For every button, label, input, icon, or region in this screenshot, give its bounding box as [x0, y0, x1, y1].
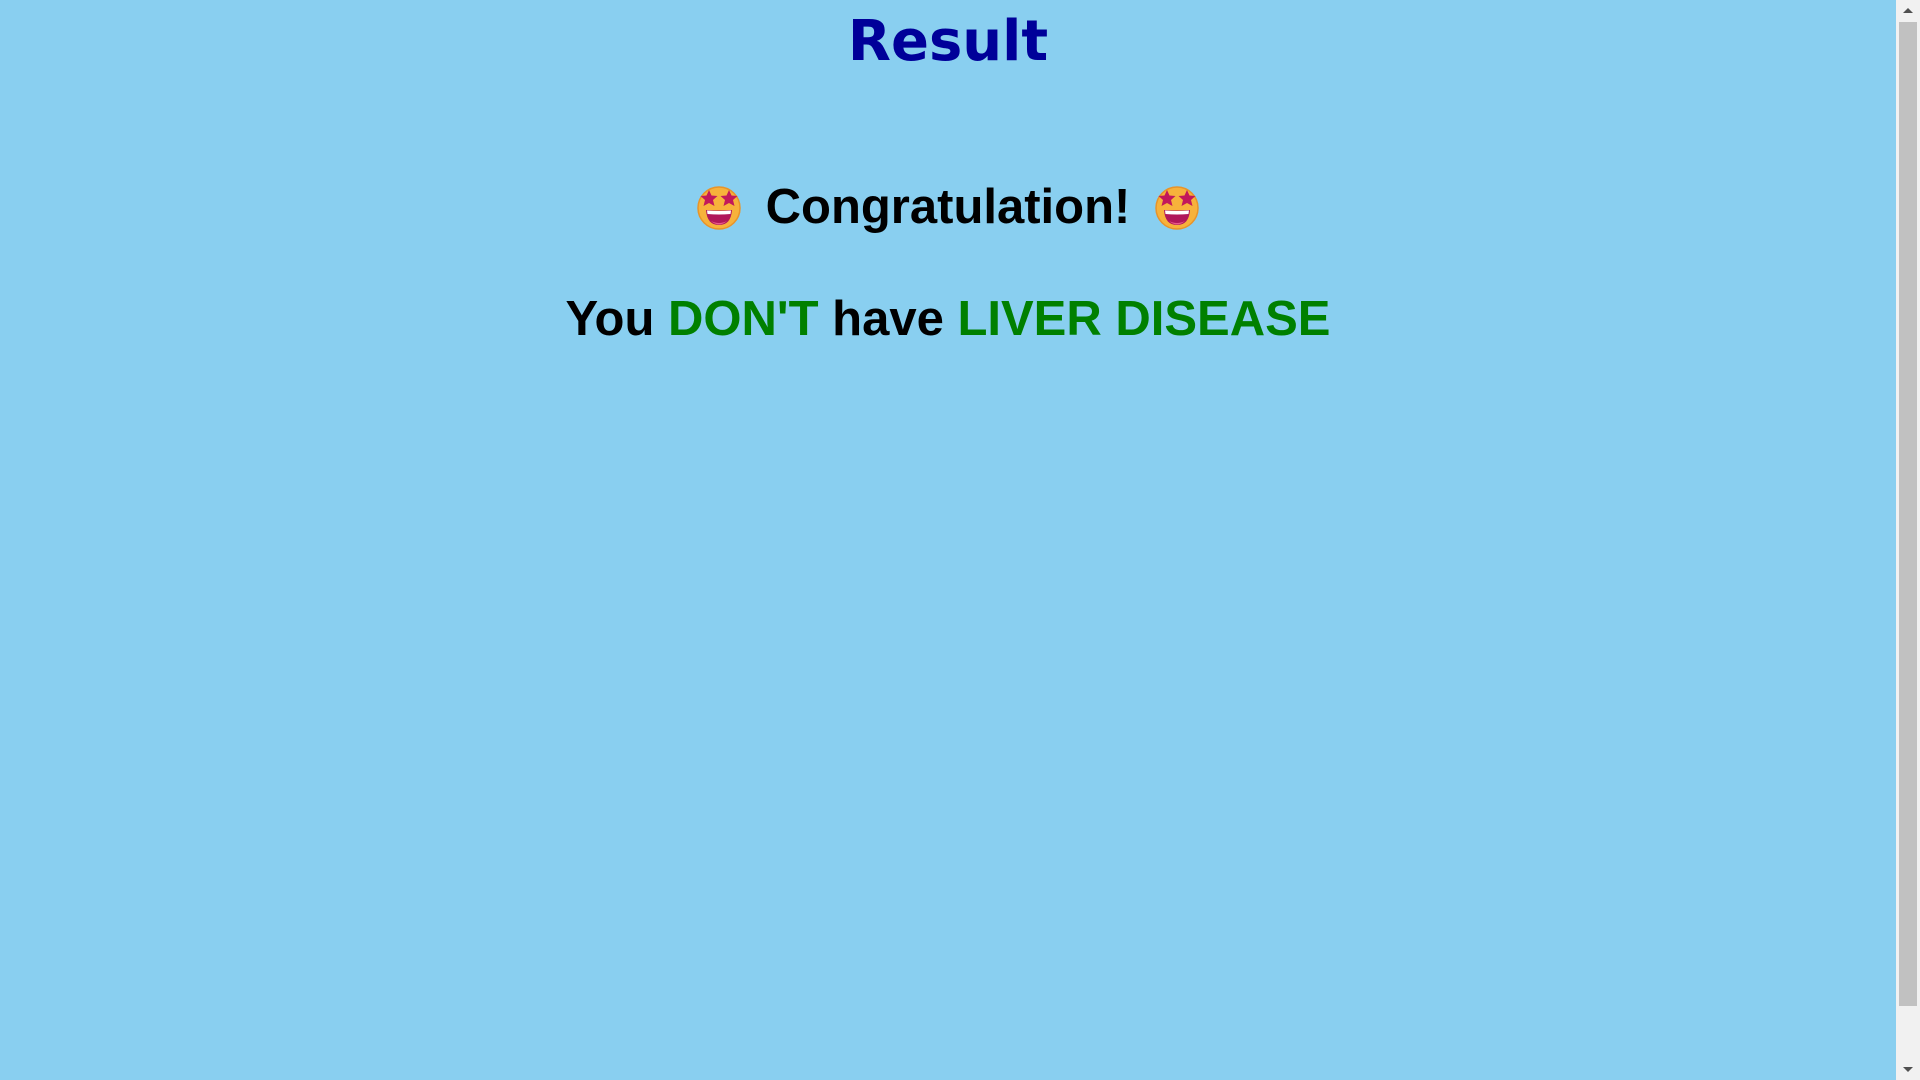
result-text-you: You [565, 292, 669, 346]
result-text-disease: LIVER DISEASE [957, 292, 1331, 346]
vertical-scrollbar[interactable] [1896, 0, 1920, 1080]
congratulation-text: Congratulation! [765, 180, 1131, 234]
result-message: You DON'T have LIVER DISEASE [0, 284, 1896, 354]
page-title: Result [847, 9, 1049, 74]
scroll-down-arrow-icon[interactable] [1896, 1060, 1920, 1080]
scrollbar-thumb[interactable] [1899, 22, 1917, 1006]
result-text-dont: DON'T [668, 292, 819, 346]
star-struck-emoji-icon [696, 186, 741, 230]
congratulation-heading: Congratulation! [0, 172, 1896, 242]
result-page: Result Congratulation! You DON'T have LI… [0, 0, 1920, 1080]
scroll-up-arrow-icon[interactable] [1896, 0, 1920, 20]
star-struck-emoji-icon [1155, 186, 1200, 230]
result-text-have: have [818, 292, 958, 346]
page-content: Result Congratulation! You DON'T have LI… [0, 0, 1896, 1080]
